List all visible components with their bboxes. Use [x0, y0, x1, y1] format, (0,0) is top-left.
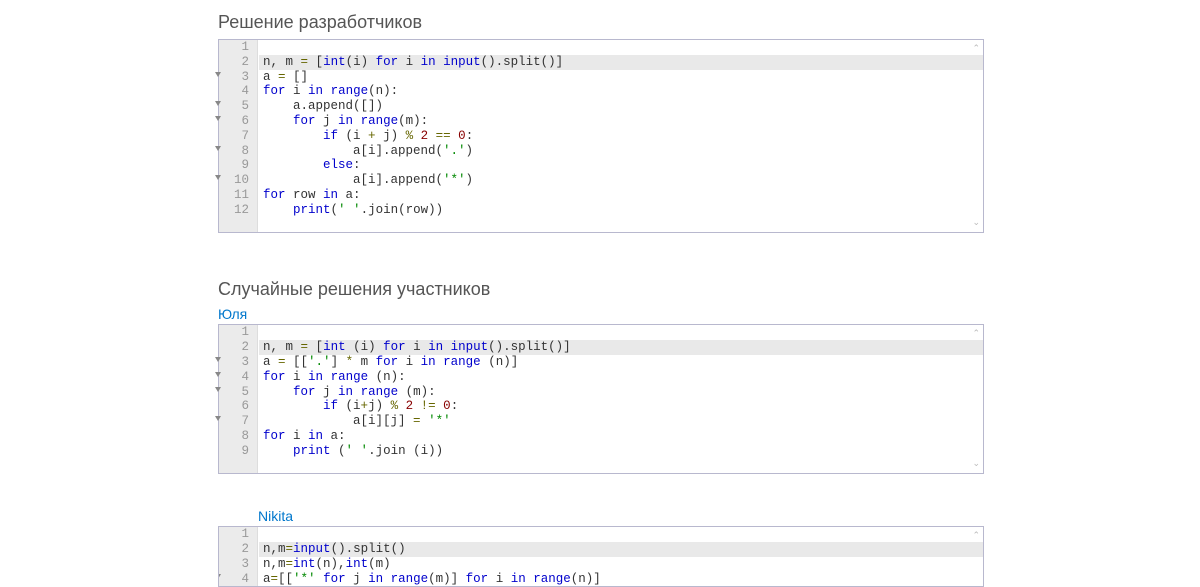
fold-icon[interactable]: [215, 101, 221, 106]
line-number: 3: [219, 355, 249, 370]
line-number: 9: [219, 158, 249, 173]
code-line: for j in range(m):: [263, 114, 983, 129]
fold-icon[interactable]: [215, 175, 221, 180]
line-number: 9: [219, 444, 249, 459]
code-block-yulya[interactable]: ⌃ ⌄ 1 2 3 4 5 6 7 8 9 n, m = [int (i) fo…: [218, 324, 984, 474]
code-line: else:: [263, 158, 983, 173]
code-line: [263, 459, 983, 474]
line-gutter: 1 2 3 4: [219, 527, 258, 586]
line-gutter: 1 2 3 4 5 6 7 8 9: [219, 325, 258, 473]
random-solutions-title: Случайные решения участников: [218, 279, 984, 300]
code-line: if (i + j) % 2 == 0:: [263, 129, 983, 144]
code-body[interactable]: n, m = [int(i) for i in input().split()]…: [259, 40, 983, 232]
code-line: for i in a:: [263, 429, 983, 444]
code-line: a=[['*' for j in range(m)] for i in rang…: [263, 572, 983, 587]
code-line: for i in range(n):: [263, 84, 983, 99]
fold-icon[interactable]: [215, 116, 221, 121]
code-line: for i in range (n):: [263, 370, 983, 385]
code-line: print(' '.join(row)): [263, 203, 983, 218]
code-body[interactable]: n,m=input().split()n,m=int(n),int(m)a=[[…: [259, 527, 983, 587]
line-number: 2: [219, 55, 249, 70]
code-line: a = [['.'] * m for i in range (n)]: [263, 355, 983, 370]
dev-solution-title: Решение разработчиков: [218, 12, 984, 33]
fold-icon[interactable]: [215, 372, 221, 377]
scroll-up-icon[interactable]: ⌃: [972, 327, 980, 342]
line-number: 10: [219, 173, 249, 188]
line-number: 11: [219, 188, 249, 203]
code-line: for row in a:: [263, 188, 983, 203]
fold-icon[interactable]: [215, 387, 221, 392]
code-line: for j in range (m):: [263, 385, 983, 400]
line-number: 8: [219, 144, 249, 159]
fold-icon[interactable]: [218, 574, 221, 579]
fold-icon[interactable]: [215, 357, 221, 362]
code-line: a.append([]): [263, 99, 983, 114]
line-gutter: 1 2 3 4 5 6 7 8 9 10 11 12: [219, 40, 258, 232]
code-line: print (' '.join (i)): [263, 444, 983, 459]
code-line: if (i+j) % 2 != 0:: [263, 399, 983, 414]
line-number: 2: [219, 340, 249, 355]
fold-icon[interactable]: [215, 416, 221, 421]
author-link-yulya[interactable]: Юля: [218, 306, 247, 322]
fold-icon[interactable]: [215, 72, 221, 77]
code-line: a[i].append('*'): [263, 173, 983, 188]
scroll-up-icon[interactable]: ⌃: [972, 42, 980, 57]
scroll-down-icon[interactable]: ⌄: [972, 457, 980, 472]
code-body[interactable]: n, m = [int (i) for i in input().split()…: [259, 325, 983, 473]
line-number: 6: [219, 114, 249, 129]
author-link-nikita[interactable]: Nikita: [258, 508, 293, 524]
code-line: n, m = [int (i) for i in input().split()…: [259, 340, 983, 355]
scroll-down-icon[interactable]: ⌄: [972, 216, 980, 231]
line-number: 4: [219, 572, 249, 587]
line-number: 3: [219, 70, 249, 85]
fold-icon[interactable]: [215, 146, 221, 151]
code-line: n,m=input().split(): [259, 542, 983, 557]
line-number: 3: [219, 557, 249, 572]
line-number: 2: [219, 542, 249, 557]
code-block-dev[interactable]: ⌃ ⌄ 1 2 3 4 5 6 7 8 9 10 11 12 n, m = [i…: [218, 39, 984, 233]
code-line: [263, 218, 983, 233]
scroll-up-icon[interactable]: ⌃: [972, 529, 980, 544]
line-number: 1: [219, 40, 249, 55]
line-number: 4: [219, 370, 249, 385]
code-line: a[i].append('.'): [263, 144, 983, 159]
page-content: Решение разработчиков ⌃ ⌄ 1 2 3 4 5 6 7 …: [218, 0, 984, 587]
line-number: 12: [219, 203, 249, 218]
line-number: 5: [219, 99, 249, 114]
code-line: a[i][j] = '*': [263, 414, 983, 429]
code-line: n,m=int(n),int(m): [263, 557, 983, 572]
line-number: 7: [219, 414, 249, 429]
code-line: n, m = [int(i) for i in input().split()]: [259, 55, 983, 70]
line-number: 6: [219, 399, 249, 414]
line-number: 5: [219, 385, 249, 400]
code-line: a = []: [263, 70, 983, 85]
line-number: 4: [219, 84, 249, 99]
code-block-nikita[interactable]: ⌃ 1 2 3 4 n,m=input().split()n,m=int(n),…: [218, 526, 984, 587]
line-number: 7: [219, 129, 249, 144]
line-number: 1: [219, 325, 249, 340]
line-number: 1: [219, 527, 249, 542]
line-number: 8: [219, 429, 249, 444]
